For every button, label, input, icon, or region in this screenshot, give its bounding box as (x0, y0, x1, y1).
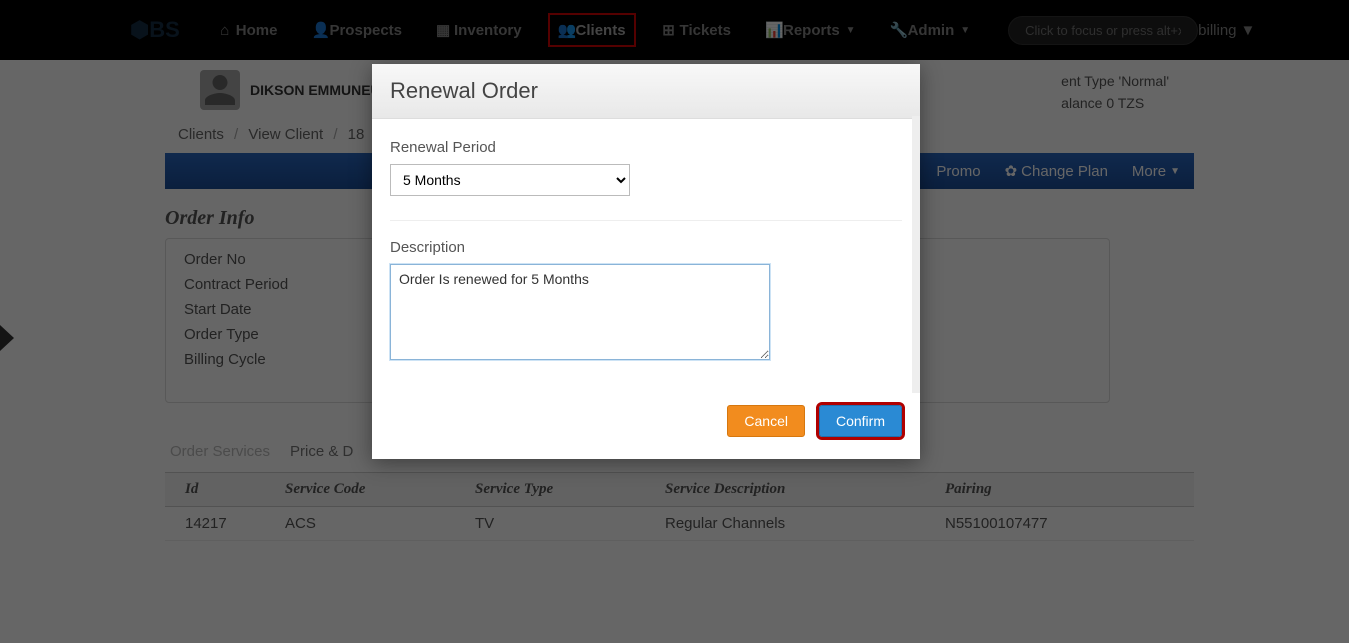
modal-title: Renewal Order (372, 64, 920, 119)
description-textarea[interactable] (390, 264, 770, 360)
modal-body: Renewal Period 5 Months Description (372, 119, 920, 393)
renewal-period-label: Renewal Period (390, 139, 902, 156)
modal-scrollbar[interactable] (912, 116, 920, 393)
description-label: Description (390, 239, 902, 256)
renewal-period-select[interactable]: 5 Months (390, 164, 630, 196)
cancel-button[interactable]: Cancel (727, 405, 805, 437)
modal-footer: Cancel Confirm (372, 393, 920, 459)
divider (390, 220, 902, 221)
confirm-button[interactable]: Confirm (819, 405, 902, 437)
renewal-order-modal: Renewal Order Renewal Period 5 Months De… (372, 64, 920, 459)
